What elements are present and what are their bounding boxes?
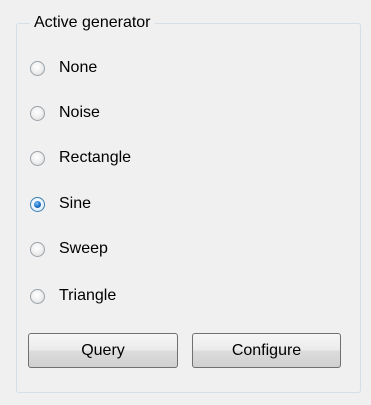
radio-option-none[interactable]: None (30, 56, 97, 80)
radio-option-sine[interactable]: Sine (30, 192, 91, 216)
radio-label: Rectangle (59, 149, 132, 166)
radio-button-selected[interactable] (30, 196, 45, 212)
radio-label: Noise (59, 104, 100, 121)
radio-option-rectangle[interactable]: Rectangle (30, 146, 131, 170)
radio-option-triangle[interactable]: Triangle (30, 284, 116, 308)
radio-button[interactable] (30, 288, 45, 304)
radio-button[interactable] (30, 241, 45, 257)
query-button[interactable]: Query (28, 333, 178, 368)
radio-label: Triangle (59, 287, 117, 304)
radio-label: Sweep (59, 240, 108, 257)
radio-dot (34, 200, 41, 208)
configure-button[interactable]: Configure (192, 333, 341, 368)
radio-option-noise[interactable]: Noise (30, 101, 100, 125)
radio-button[interactable] (30, 150, 45, 166)
radio-button[interactable] (30, 105, 45, 121)
groupbox-title: Active generator (30, 13, 155, 33)
radio-label: None (59, 59, 98, 76)
radio-button[interactable] (30, 60, 45, 76)
radio-option-sweep[interactable]: Sweep (30, 237, 108, 261)
radio-label: Sine (59, 195, 92, 212)
